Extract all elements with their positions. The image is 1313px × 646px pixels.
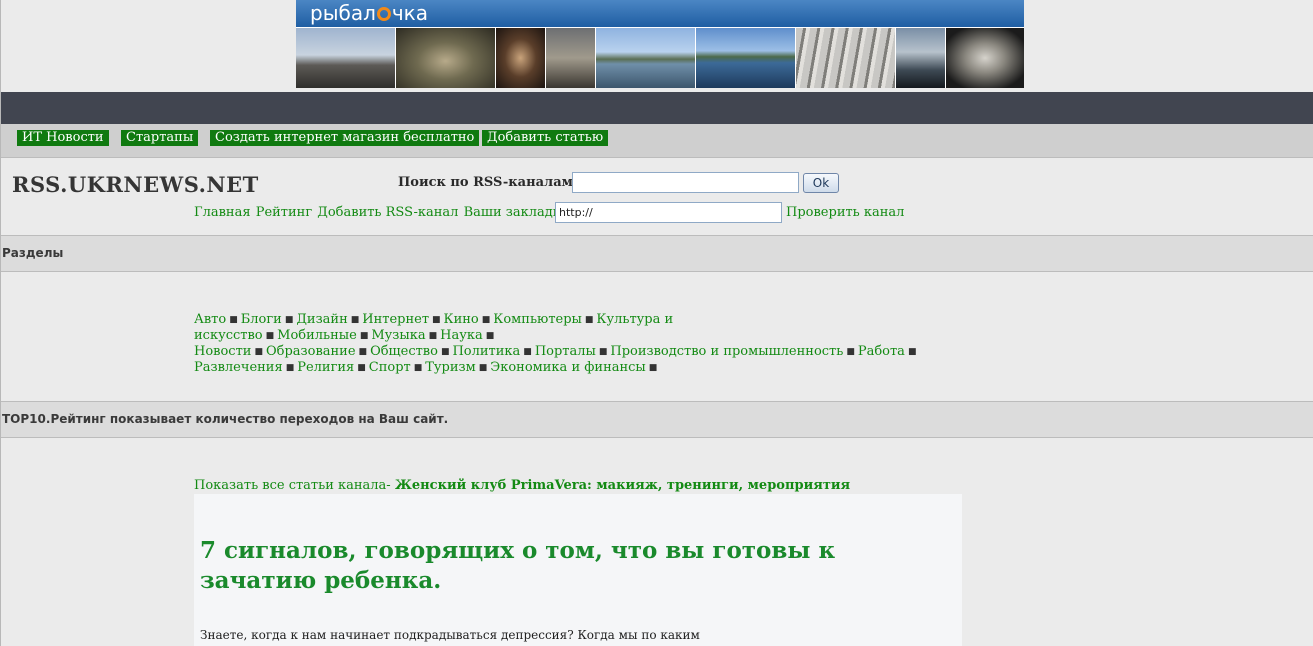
banner-photo-boat <box>896 28 946 88</box>
nav-link-bookmarks[interactable]: Ваши закладки <box>464 205 570 220</box>
banner-photo-road <box>296 28 396 88</box>
category-link[interactable]: Порталы <box>535 344 596 359</box>
site-banner[interactable]: рыбал чка <box>296 0 1024 88</box>
banner-photo-fish-hand <box>496 28 546 88</box>
banner-photo-lake <box>596 28 696 88</box>
nav-create-shop-button[interactable]: Создать интернет магазин бесплатно <box>210 130 480 146</box>
bullet-icon: ■ <box>648 363 658 373</box>
category-link[interactable]: Работа <box>858 344 905 359</box>
nav-startups-button[interactable]: Стартапы <box>121 130 199 146</box>
bullet-icon: ■ <box>265 331 275 341</box>
category-link[interactable]: Музыка <box>371 328 425 343</box>
article-card: 7 сигналов, говорящих о том, что вы гото… <box>194 494 962 646</box>
channel-name-link[interactable]: Женский клуб PrimaVera: макияж, тренинги… <box>395 478 850 493</box>
category-link[interactable]: Кино <box>444 312 479 327</box>
bullet-icon: ■ <box>413 363 423 373</box>
banner-photo-fish-catch <box>396 28 496 88</box>
logo-text-start: рыбал <box>310 1 376 25</box>
top-nav-links: Главная Рейтинг Добавить RSS-канал Ваши … <box>194 205 571 220</box>
bullet-icon: ■ <box>440 347 450 357</box>
banner-photo-fish-rod <box>546 28 596 88</box>
bullet-icon: ■ <box>907 347 917 357</box>
search-input[interactable] <box>572 172 799 193</box>
category-link[interactable]: Блоги <box>241 312 282 327</box>
category-link[interactable]: Религия <box>297 360 354 375</box>
category-link[interactable]: Развлечения <box>194 360 283 375</box>
category-link[interactable]: Наука <box>440 328 483 343</box>
bullet-icon: ■ <box>359 331 369 341</box>
category-link[interactable]: Компьютеры <box>493 312 582 327</box>
bullet-icon: ■ <box>846 347 855 357</box>
bullet-icon: ■ <box>350 315 360 325</box>
bullet-icon: ■ <box>598 347 608 357</box>
category-link[interactable]: Интернет <box>362 312 429 327</box>
bullet-icon: ■ <box>584 315 594 325</box>
top10-title: TOP10.Рейтинг показывает количество пере… <box>2 412 449 426</box>
category-link[interactable]: Новости <box>194 344 251 359</box>
nav-link-home[interactable]: Главная <box>194 205 251 220</box>
bullet-icon: ■ <box>285 363 295 373</box>
category-link[interactable]: Туризм <box>425 360 476 375</box>
category-link[interactable]: Дизайн <box>296 312 347 327</box>
bullet-icon: ■ <box>357 363 366 373</box>
article-title[interactable]: 7 сигналов, говорящих о том, что вы гото… <box>200 536 900 596</box>
top10-header: TOP10.Рейтинг показывает количество пере… <box>1 401 1313 438</box>
nav-add-article-button[interactable]: Добавить статью <box>482 130 609 146</box>
category-link[interactable]: Политика <box>452 344 520 359</box>
bullet-icon: ■ <box>358 347 368 357</box>
search-ok-button[interactable]: Ok <box>803 173 839 193</box>
bullet-icon: ■ <box>478 363 488 373</box>
bullet-icon: ■ <box>481 315 491 325</box>
banner-photo-fish-pile <box>796 28 896 88</box>
category-link[interactable]: Экономика и финансы <box>490 360 646 375</box>
category-list: Авто ■ Блоги ■ Дизайн ■ Интернет ■ Кино ■ Компьюте… <box>194 312 954 376</box>
bullet-icon: ■ <box>229 315 238 325</box>
logo-ring-icon <box>376 7 391 21</box>
rss-url-input[interactable]: http:// <box>555 202 782 223</box>
search-label: Поиск по RSS-каналам <box>398 175 573 190</box>
banner-logo[interactable]: рыбал чка <box>310 1 428 25</box>
sections-title: Разделы <box>2 246 64 260</box>
bullet-icon: ■ <box>485 331 495 341</box>
banner-photo-pike <box>946 28 1024 88</box>
site-title[interactable]: RSS.UKRNEWS.NET <box>12 172 259 197</box>
banner-header: рыбал чка <box>296 0 1024 27</box>
category-link[interactable]: Образование <box>266 344 356 359</box>
bullet-icon: ■ <box>284 315 294 325</box>
bullet-icon: ■ <box>254 347 263 357</box>
sections-header: Разделы <box>1 235 1313 272</box>
channel-prefix: Показать все статьи канала- <box>194 478 395 493</box>
category-link[interactable]: Производство и промышленность <box>610 344 843 359</box>
nav-link-rating[interactable]: Рейтинг <box>256 205 312 220</box>
bullet-icon: ■ <box>432 315 441 325</box>
channel-line: Показать все статьи канала- Женский клуб… <box>194 478 850 493</box>
check-channel-link[interactable]: Проверить канал <box>786 205 904 220</box>
nav-it-news-button[interactable]: ИТ Новости <box>17 130 109 146</box>
bullet-icon: ■ <box>523 347 532 357</box>
category-link[interactable]: Авто <box>194 312 226 327</box>
banner-photo-strip <box>296 28 1024 88</box>
nav-link-add-rss[interactable]: Добавить RSS-канал <box>317 205 458 220</box>
category-link[interactable]: Мобильные <box>277 328 357 343</box>
article-excerpt: Знаете, когда к нам начинает подкрадыват… <box>200 628 700 642</box>
logo-text-end: чка <box>391 1 429 25</box>
nav-bar: ИТ Новости Стартапы Создать интернет маг… <box>1 124 1313 158</box>
dark-divider-bar <box>1 92 1313 124</box>
category-link[interactable]: Общество <box>370 344 438 359</box>
banner-photo-river <box>696 28 796 88</box>
category-link[interactable]: Спорт <box>369 360 411 375</box>
bullet-icon: ■ <box>428 331 438 341</box>
